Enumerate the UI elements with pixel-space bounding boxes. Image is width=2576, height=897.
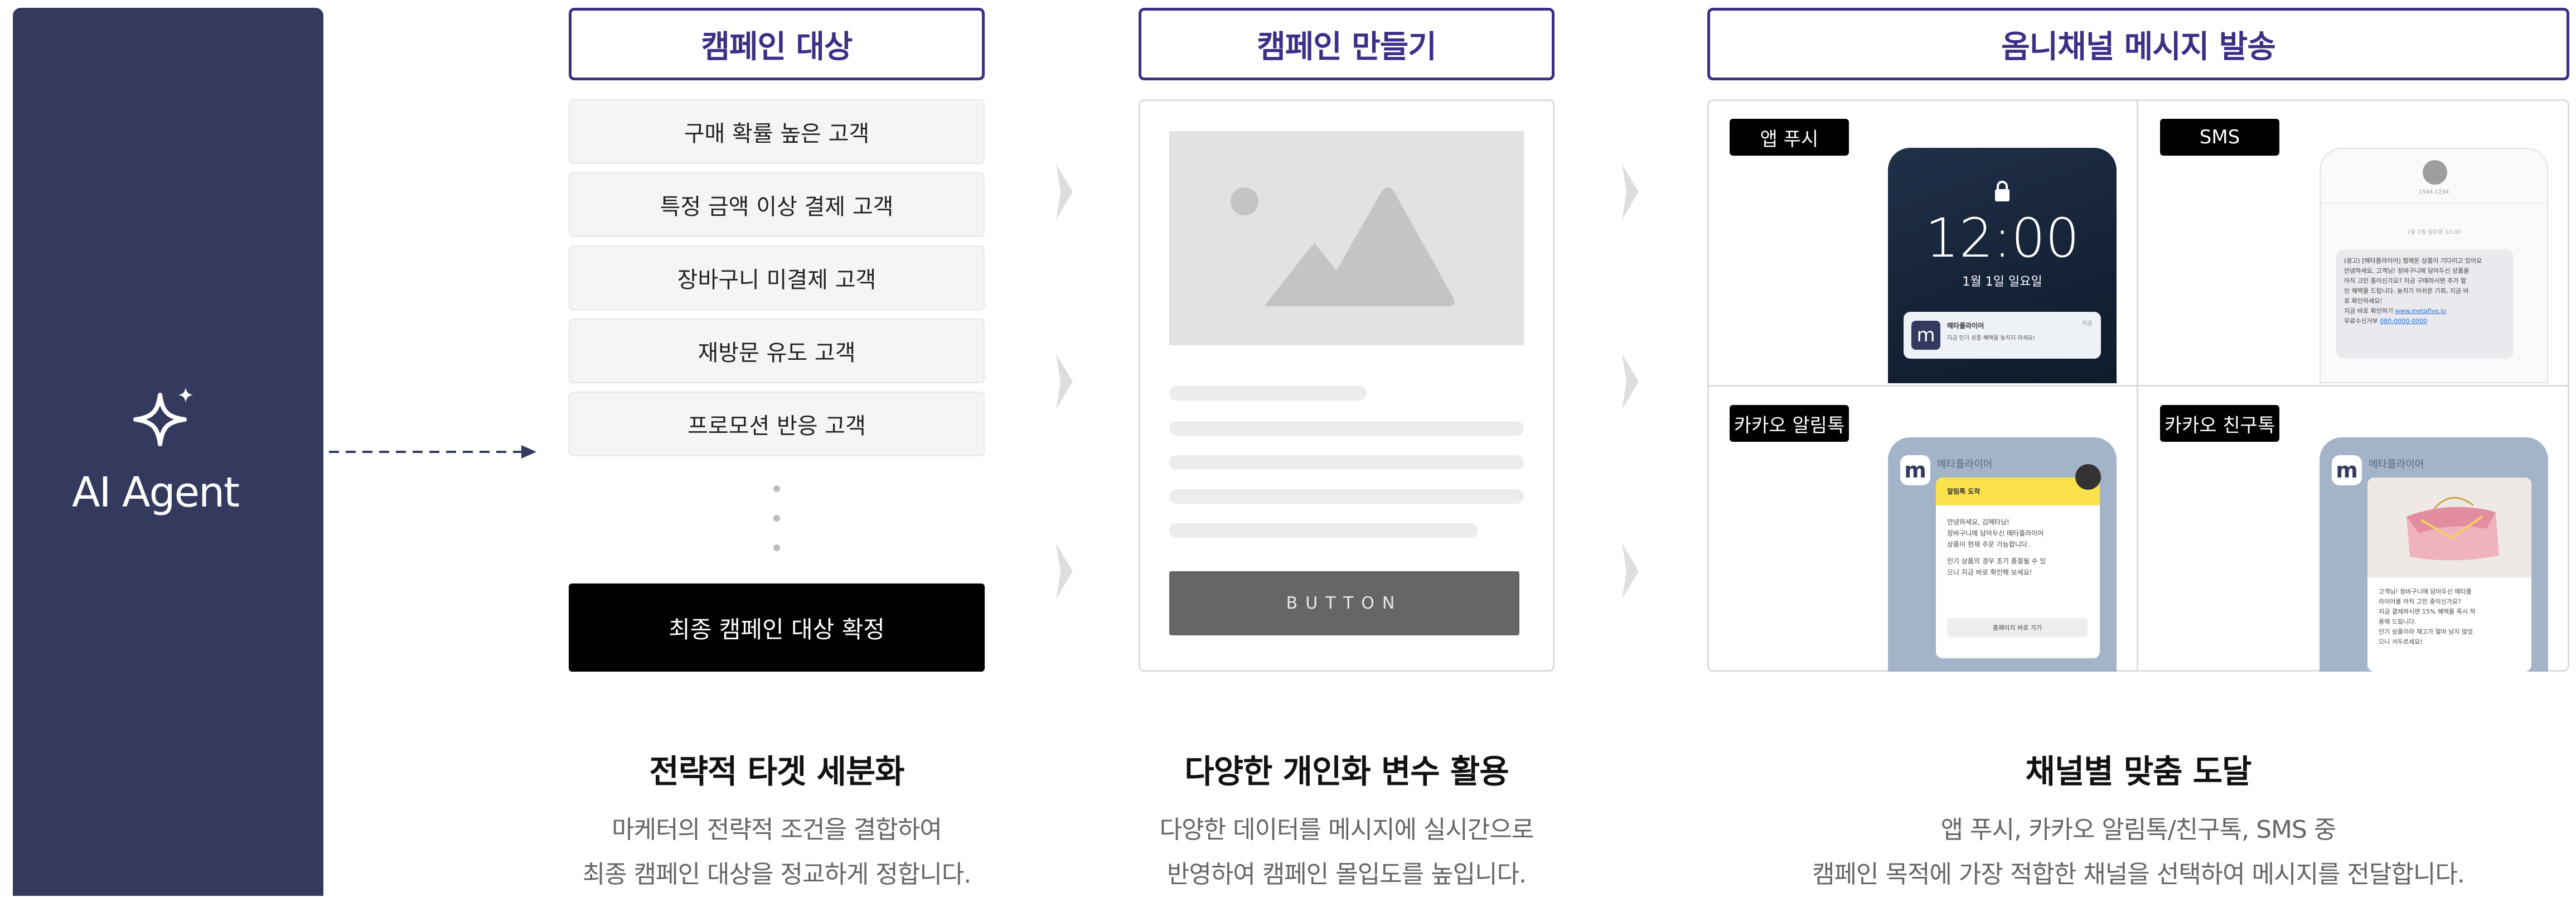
header-campaign-create: 캠페인 만들기	[1139, 8, 1555, 80]
lock-date: 1월 1일 일요일	[1962, 275, 2042, 289]
app-logo: m	[1900, 455, 1930, 485]
text-placeholder-line	[1169, 455, 1524, 470]
chevron-right-icon	[1622, 164, 1639, 220]
image-placeholder-icon	[1231, 187, 1455, 306]
sms-sender: 1544-1234	[2418, 189, 2449, 195]
chevron-right-icon	[1056, 354, 1073, 409]
sms-phone-preview: 1544-1234 1월 1일 일요일 12:00 (광고) [메타플라이어] …	[2320, 148, 2548, 383]
card-button[interactable]: BUTTON	[1169, 571, 1519, 635]
lock-icon	[1995, 181, 2010, 201]
ai-agent-label: AI Agent	[71, 469, 240, 517]
tag-kakao-alimtalk: 카카오 알림톡	[1730, 405, 1849, 442]
chevron-right-icon	[1622, 543, 1639, 599]
ellipsis-dot	[773, 515, 780, 522]
segment-item[interactable]: 구매 확률 높은 고객	[569, 99, 985, 164]
segment-item[interactable]: 장바구니 미결제 고객	[569, 245, 985, 310]
sms-line: 안녕하세요, 고객님! 장바구니에 담아두신 상품을	[2344, 267, 2470, 274]
friendtalk-phone-preview: m 메타플라이어 고객님! 장바구니에 담아두신 메타플 라이어를 아직 고민 …	[2320, 437, 2548, 672]
friendtalk-line: 고객님! 장바구니에 담아두신 메타플	[2379, 588, 2472, 595]
alimtalk-line: 안녕하세요, 김메타님!	[1947, 518, 2010, 526]
alimtalk-body: 안녕하세요, 김메타님! 장바구니에 담아두신 메타플라이어 상품이 현재 주문…	[1947, 517, 2093, 578]
alimtalk-banner-label: 알림톡 도착	[1947, 488, 1981, 495]
sms-optout-number[interactable]: 080-0000-0000	[2380, 317, 2427, 325]
channels-title: 채널별 맞춤 도달	[2025, 753, 2252, 790]
targets-desc-line: 최종 캠페인 대상을 정교하게 정합니다.	[582, 860, 972, 889]
targets-title: 전략적 타겟 세분화	[649, 753, 904, 790]
sms-bubble: (광고) [메타플라이어] 찜해둔 상품이 기다리고 있어요 안녕하세요, 고객…	[2336, 249, 2514, 359]
alimtalk-homepage-button[interactable]: 홈페이지 바로 가기	[1947, 618, 2088, 637]
sms-link[interactable]: www.metafive.io	[2395, 307, 2446, 315]
app-logo: m	[1911, 321, 1940, 350]
sms-divider	[2321, 202, 2547, 204]
tag-kakao-friendtalk: 카카오 친구톡	[2160, 405, 2279, 442]
sms-line: (광고) [메타플라이어] 찜해둔 상품이 기다리고 있어요	[2344, 257, 2482, 264]
image-placeholder	[1169, 131, 1524, 345]
alimtalk-badge	[2075, 464, 2101, 490]
tag-app-push: 앱 푸시	[1730, 119, 1849, 156]
segment-item[interactable]: 프로모션 반응 고객	[569, 392, 985, 456]
dashed-arrow	[329, 445, 536, 459]
text-placeholder-line	[1169, 489, 1524, 504]
alimtalk-phone-preview: m 메타플라이어 알림톡 도착 안녕하세요, 김메타님! 장바구니에 담아두신 …	[1888, 437, 2117, 672]
friendtalk-line: 라이어를 아직 고민 중이신가요?	[2379, 598, 2461, 605]
sms-link-label: 지금 바로 확인하기	[2344, 307, 2393, 315]
friendtalk-line: 인기 상품이라 재고가 얼마 남지 않았	[2379, 628, 2473, 635]
alimtalk-banner: 알림톡 도착	[1936, 478, 2100, 505]
sparkle-icon	[133, 387, 193, 446]
friendtalk-bubble: 고객님! 장바구니에 담아두신 메타플 라이어를 아직 고민 중이신가요? 지금…	[2367, 478, 2531, 672]
header-campaign-targets: 캠페인 대상	[569, 8, 985, 80]
create-desc-line: 다양한 데이터를 메시지에 실시간으로	[1159, 816, 1534, 844]
push-notification[interactable]: m 메타플라이어 지금 지금 인기 상품 혜택을 놓치지 마세요!	[1904, 312, 2101, 359]
channels-desc-line: 앱 푸시, 카카오 알림톡/친구톡, SMS 중	[1940, 816, 2337, 844]
friendtalk-brand: 메타플라이어	[2369, 459, 2424, 470]
alimtalk-line: 상품이 현재 주문 가능합니다.	[1947, 541, 2030, 548]
friendtalk-line: 지금 결제하시면 15% 혜택을 즉시 적	[2379, 608, 2476, 615]
text-placeholder-line	[1169, 523, 1478, 538]
sms-line: 로 확인하세요!	[2344, 297, 2383, 305]
create-desc-line: 반영하여 캠페인 몰입도를 높입니다.	[1166, 860, 1527, 889]
alimtalk-bubble: 알림톡 도착 안녕하세요, 김메타님! 장바구니에 담아두신 메타플라이어 상품…	[1936, 478, 2100, 658]
ai-agent-panel	[13, 8, 323, 896]
app-logo: m	[2332, 455, 2362, 485]
sender-avatar	[2423, 160, 2447, 185]
create-title: 다양한 개인화 변수 활용	[1184, 753, 1509, 790]
sms-optout-label: 무료수신거부	[2344, 317, 2378, 325]
friendtalk-line: 용해 드립니다.	[2379, 618, 2417, 625]
product-image	[2367, 478, 2531, 578]
grid-divider	[1707, 385, 2569, 387]
header-omnichannel: 옴니채널 메시지 발송	[1707, 8, 2569, 80]
ellipsis-dot	[773, 485, 780, 492]
alimtalk-line: 장바구니에 담아두신 메타플라이어	[1947, 529, 2044, 537]
chevron-right-icon	[1622, 354, 1639, 409]
segment-item[interactable]: 재방문 유도 고객	[569, 319, 985, 383]
segment-item[interactable]: 특정 금액 이상 결제 고객	[569, 172, 985, 237]
push-app-name: 메타플라이어	[1947, 322, 1984, 330]
alimtalk-brand: 메타플라이어	[1937, 459, 1993, 470]
ellipsis-dot	[773, 544, 780, 551]
chevron-right-icon	[1056, 543, 1073, 599]
friendtalk-body: 고객님! 장바구니에 담아두신 메타플 라이어를 아직 고민 중이신가요? 지금…	[2379, 587, 2525, 647]
confirm-targets-button[interactable]: 최종 캠페인 대상 확정	[569, 583, 985, 672]
alimtalk-line: 인기 상품의 경우 조기 품절될 수 있	[1947, 557, 2046, 565]
channels-desc-line: 캠페인 목적에 가장 적합한 채널을 선택하여 메시지를 전달합니다.	[1812, 860, 2465, 889]
alimtalk-line: 으니 지금 바로 확인해 보세요!	[1947, 568, 2032, 576]
lock-time: 12:00	[1925, 207, 2080, 269]
targets-desc-line: 마케터의 전략적 조건을 결합하여	[612, 816, 942, 844]
push-phone-preview: 12:00 1월 1일 일요일 m 메타플라이어 지금 지금 인기 상품 혜택을…	[1888, 148, 2117, 383]
sms-date: 1월 1일 일요일 12:00	[2406, 229, 2461, 235]
push-text: 지금 인기 상품 혜택을 놓치지 마세요!	[1947, 335, 2035, 341]
sms-line: 인 혜택을 드립니다. 놓치기 아쉬운 기회, 지금 바	[2344, 287, 2469, 295]
push-ago: 지금	[2082, 321, 2093, 327]
friendtalk-line: 으니 서두르세요!	[2379, 638, 2423, 645]
text-placeholder-line	[1169, 386, 1367, 401]
text-placeholder-line	[1169, 421, 1524, 436]
chevron-right-icon	[1056, 164, 1073, 220]
tag-sms: SMS	[2160, 119, 2279, 156]
sms-line: 아직 고민 중이신가요? 지금 구매하시면 추가 할	[2344, 277, 2467, 284]
